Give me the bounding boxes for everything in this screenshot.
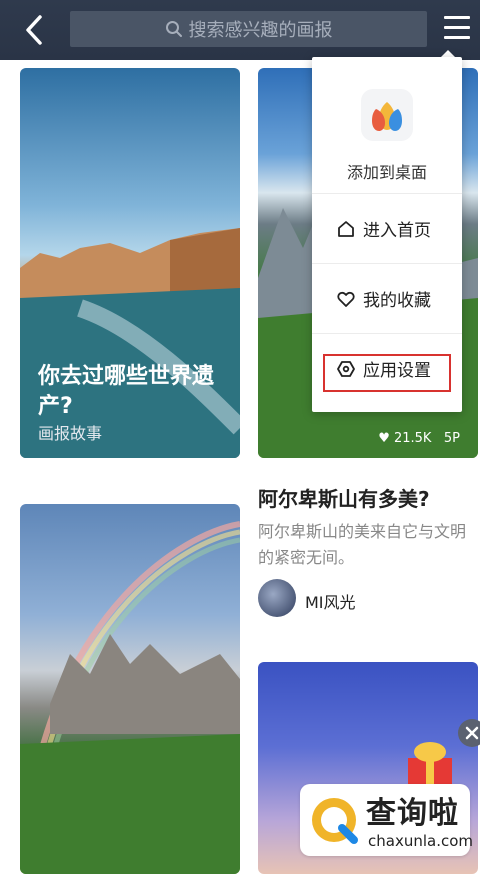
home-icon xyxy=(338,220,354,237)
card-subtitle: 画报故事 xyxy=(38,424,103,443)
watermark-brand: 查询啦 xyxy=(366,796,459,831)
watermark: 查询啦 chaxunla.com xyxy=(300,784,473,856)
card-title: 你去过哪些世界遗产? xyxy=(38,364,215,419)
menu-item-home[interactable]: 进入首页 xyxy=(312,193,462,263)
back-arrow-icon xyxy=(26,15,42,45)
top-bar: 搜索感兴趣的画报 xyxy=(0,0,480,60)
menu-item-label: 进入首页 xyxy=(363,221,431,241)
add-to-home-label[interactable]: 添加到桌面 xyxy=(312,159,462,183)
menu-item-favorites[interactable]: 我的收藏 xyxy=(312,263,462,333)
heart-icon xyxy=(337,291,355,307)
heart-icon: ♥ xyxy=(378,431,390,446)
highlight-box xyxy=(323,354,451,392)
back-button[interactable] xyxy=(18,12,54,48)
author-name[interactable]: MI风光 xyxy=(305,589,356,613)
likes-count: 21.5K xyxy=(393,431,432,446)
watermark-domain: chaxunla.com xyxy=(368,832,473,850)
rainbow-scene xyxy=(20,521,240,874)
author-avatar[interactable] xyxy=(258,579,296,617)
card-stats: ♥ 21.5K 5P xyxy=(378,431,460,446)
gift-icon[interactable] xyxy=(404,740,456,790)
close-button[interactable] xyxy=(458,719,480,747)
app-icon[interactable] xyxy=(361,89,413,141)
search-icon xyxy=(165,21,182,37)
menu-line xyxy=(444,36,470,39)
close-icon xyxy=(465,726,479,740)
menu-line xyxy=(444,16,470,19)
search-input[interactable]: 搜索感兴趣的画报 xyxy=(70,11,427,47)
article-title[interactable]: 阿尔卑斯山有多美? xyxy=(258,483,478,512)
menu-item-label: 我的收藏 xyxy=(363,291,431,311)
watermark-logo xyxy=(312,798,358,844)
search-placeholder: 搜索感兴趣的画报 xyxy=(188,20,333,41)
article-description: 阿尔卑斯山的美来自它与文明的紧密无间。 xyxy=(258,522,467,567)
card-rainbow-image[interactable] xyxy=(20,504,240,874)
pages-count: 5P xyxy=(443,431,460,446)
menu-line xyxy=(444,26,470,29)
menu-button[interactable] xyxy=(444,16,470,42)
